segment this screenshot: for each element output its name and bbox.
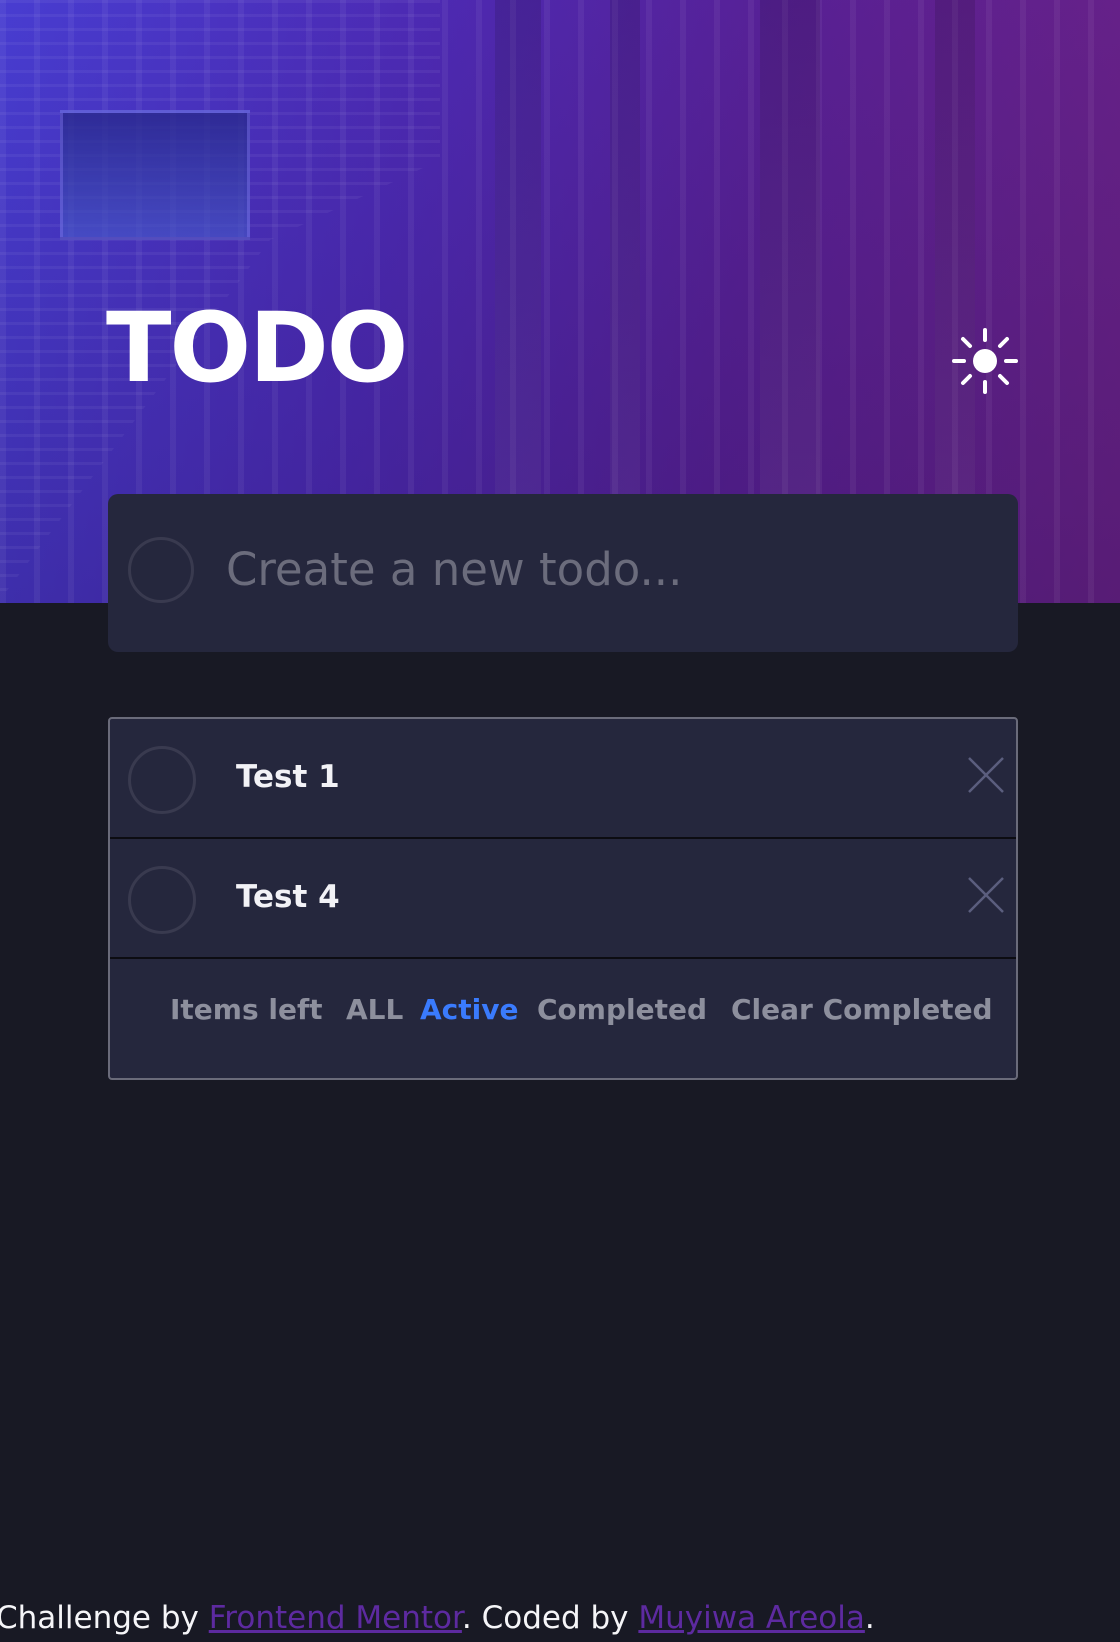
hero-door-image bbox=[60, 110, 250, 240]
todo-text: Test 1 bbox=[236, 759, 340, 795]
todo-list: Test 1 Test 4 Items left ALL Active Comp… bbox=[108, 717, 1018, 1080]
app-title: TODO bbox=[106, 292, 408, 404]
author-link[interactable]: Muyiwa Areola bbox=[638, 1600, 864, 1636]
filter-completed[interactable]: Completed bbox=[537, 993, 707, 1026]
todo-check-circle[interactable] bbox=[128, 866, 196, 934]
todo-text: Test 4 bbox=[236, 879, 340, 915]
create-todo-input[interactable] bbox=[226, 534, 986, 604]
create-todo-box bbox=[108, 494, 1018, 652]
todo-item: Test 4 bbox=[110, 839, 1016, 959]
filter-all[interactable]: ALL bbox=[346, 993, 403, 1026]
delete-todo-button[interactable] bbox=[966, 755, 1006, 795]
attribution-middle: . Coded by bbox=[461, 1600, 629, 1636]
todo-check-circle[interactable] bbox=[128, 746, 196, 814]
todo-app-page: TODO Test 1 bbox=[0, 0, 1120, 1642]
close-icon bbox=[968, 757, 1004, 793]
sun-icon bbox=[952, 328, 1018, 394]
theme-toggle-button[interactable] bbox=[952, 328, 1018, 394]
list-footer: Items left ALL Active Completed Clear Co… bbox=[110, 959, 1016, 1078]
create-check-circle[interactable] bbox=[128, 537, 194, 603]
attribution: Challenge by Frontend Mentor. Coded by M… bbox=[0, 1600, 1120, 1636]
clear-completed-button[interactable]: Clear Completed bbox=[731, 993, 993, 1026]
items-left-count: Items left bbox=[170, 993, 323, 1026]
frontend-mentor-link[interactable]: Frontend Mentor bbox=[209, 1600, 462, 1636]
delete-todo-button[interactable] bbox=[966, 875, 1006, 915]
todo-item: Test 1 bbox=[110, 719, 1016, 839]
attribution-prefix: Challenge by bbox=[0, 1600, 199, 1636]
filter-active[interactable]: Active bbox=[420, 993, 519, 1026]
attribution-suffix: . bbox=[864, 1600, 875, 1636]
close-icon bbox=[968, 877, 1004, 913]
